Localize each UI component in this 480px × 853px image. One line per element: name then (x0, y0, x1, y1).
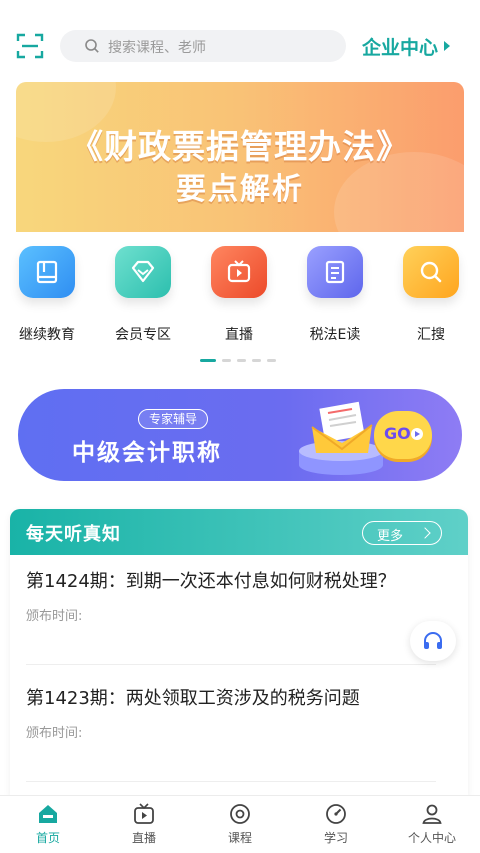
divider (26, 781, 436, 782)
carousel-pager (200, 359, 276, 363)
article-title: 第1423期：两处领取工资涉及的税务问题 (26, 688, 360, 709)
nav-home[interactable]: 首页 (8, 802, 88, 846)
pager-dot[interactable] (252, 359, 261, 362)
article-date-label: 颁布时间: (26, 726, 83, 741)
nav-label: 个人中心 (407, 831, 456, 845)
headphones-icon (424, 632, 442, 649)
divider (26, 664, 436, 665)
more-button[interactable]: 更多 (362, 521, 442, 545)
nav-label: 课程 (227, 831, 252, 845)
enterprise-center-link[interactable]: 企业中心 (362, 33, 451, 59)
pager-dot[interactable] (267, 359, 276, 362)
tv-icon (134, 803, 154, 824)
quick-menu: 继续教育 会员专区 直播 税法E读 汇搜 (0, 240, 480, 360)
course-icon (230, 804, 250, 824)
article-title: 第1424期：到期一次还本付息如何财税处理？ (26, 571, 396, 592)
promo-title: 中级会计职称 (72, 440, 222, 466)
daily-knowledge-section: 每天听真知 更多 (10, 509, 468, 799)
nav-label: 首页 (35, 831, 60, 845)
home-icon (39, 805, 57, 823)
quick-item-member-zone[interactable]: 会员专区 (108, 246, 178, 344)
go-button[interactable]: GO (374, 411, 432, 459)
nav-course[interactable]: 课程 (200, 802, 280, 846)
quick-item-live[interactable]: 直播 (204, 246, 274, 344)
chevron-right-icon (419, 527, 431, 539)
quick-item-label: 继续教育 (19, 327, 75, 343)
promo-tag: 专家辅导 (138, 409, 209, 429)
tv-icon (211, 246, 267, 298)
banner-title: 《财政票据管理办法》 (70, 127, 410, 166)
banner-subtitle: 要点解析 (176, 172, 304, 207)
diamond-icon (115, 246, 171, 298)
top-header: 搜索课程、老师 企业中心 (0, 0, 480, 80)
quick-item-tax-e-read[interactable]: 税法E读 (300, 246, 370, 344)
scan-icon (16, 33, 44, 59)
caret-right-icon (444, 41, 451, 51)
nav-study[interactable]: 学习 (296, 802, 376, 846)
quick-item-label: 汇搜 (417, 327, 445, 343)
section-title: 每天听真知 (26, 524, 121, 545)
enterprise-center-label: 企业中心 (362, 36, 439, 59)
quick-item-label: 直播 (225, 327, 253, 343)
nav-label: 直播 (131, 831, 156, 845)
hero-banner[interactable]: 《财政票据管理办法》 要点解析 (16, 82, 464, 232)
user-icon (422, 804, 442, 824)
quick-item-search[interactable]: 汇搜 (396, 246, 466, 344)
nav-live[interactable]: 直播 (104, 802, 184, 846)
pager-dot[interactable] (222, 359, 231, 362)
audio-player-button[interactable] (410, 621, 456, 661)
article-item[interactable]: 第1424期：到期一次还本付息如何财税处理？ 颁布时间: (26, 569, 416, 624)
document-icon (307, 246, 363, 298)
search-bar[interactable]: 搜索课程、老师 (60, 30, 346, 62)
article-date-label: 颁布时间: (26, 609, 83, 624)
book-icon (19, 246, 75, 298)
study-icon (326, 804, 346, 824)
section-header: 每天听真知 更多 (10, 509, 468, 555)
nav-profile[interactable]: 个人中心 (392, 802, 472, 846)
more-label: 更多 (377, 529, 404, 544)
scan-button[interactable] (16, 33, 44, 59)
bottom-navigation: 首页 直播 课程 学习 个人中心 (0, 795, 480, 853)
search-icon (403, 246, 459, 298)
arrow-right-icon (411, 428, 423, 440)
quick-item-label: 会员专区 (115, 327, 171, 343)
pager-dot[interactable] (237, 359, 246, 362)
promo-banner[interactable]: 专家辅导 中级会计职称 GO (18, 389, 462, 481)
quick-item-continuing-education[interactable]: 继续教育 (12, 246, 82, 344)
search-placeholder: 搜索课程、老师 (108, 40, 206, 56)
quick-item-label: 税法E读 (309, 327, 361, 343)
search-icon (85, 39, 99, 53)
article-item[interactable]: 第1423期：两处领取工资涉及的税务问题 颁布时间: (26, 686, 416, 741)
go-label: GO (384, 424, 411, 443)
nav-label: 学习 (323, 831, 348, 845)
pager-dot-active[interactable] (200, 359, 216, 362)
